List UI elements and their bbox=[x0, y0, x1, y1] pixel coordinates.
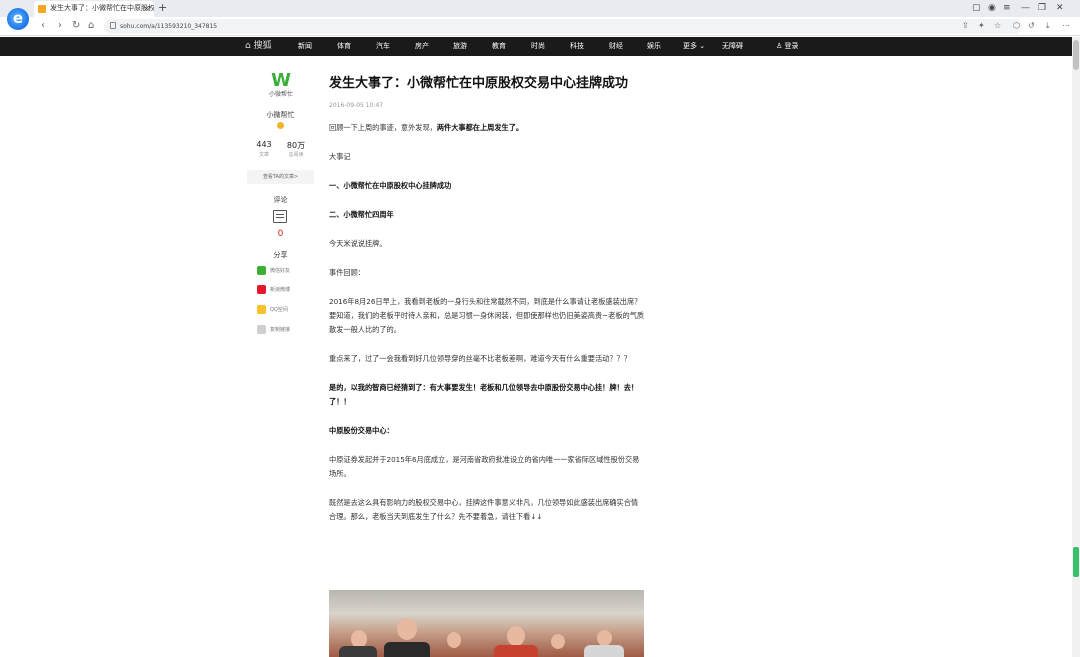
site-nav: ⌂ 搜狐 新闻 体育 汽车 房产 旅游 教育 时尚 科技 财经 娱乐 更多 ⌄ … bbox=[0, 37, 1072, 56]
forward-button[interactable]: › bbox=[58, 19, 62, 33]
sohu-favicon-icon bbox=[38, 5, 46, 13]
nav-news[interactable]: 新闻 bbox=[298, 37, 312, 56]
nav-accessibility[interactable]: 无障碍 bbox=[722, 37, 743, 56]
photo-person-face bbox=[447, 632, 461, 648]
verified-badge-icon bbox=[277, 122, 284, 129]
browser-tab[interactable]: 发生大事了：小微帮忙在中原股权交 × bbox=[34, 1, 154, 17]
weibo-icon bbox=[257, 285, 266, 294]
author-logo-mark: W bbox=[271, 70, 291, 91]
nav-more[interactable]: 更多 ⌄ bbox=[683, 37, 705, 56]
share-weibo[interactable]: 新浪微博 bbox=[257, 285, 317, 295]
wechat-icon bbox=[257, 266, 266, 275]
share-copy-label: 复制链接 bbox=[270, 327, 291, 333]
author-logo-text: 小微帮忙 bbox=[268, 91, 293, 98]
paragraph-6: 事件回顾： bbox=[329, 268, 365, 277]
paragraph-9: 是的，以我的智商已经猜到了：有大事要发生！老板和几位领导去中原股份交易中心挂！牌… bbox=[329, 383, 639, 406]
more-menu-icon[interactable]: ⋯ bbox=[1062, 20, 1070, 32]
nav-travel[interactable]: 旅游 bbox=[453, 37, 467, 56]
photo-person-suit bbox=[339, 646, 377, 657]
paragraph-5: 今天米说说挂牌。 bbox=[329, 239, 387, 248]
share-page-icon[interactable]: ⇪ bbox=[962, 20, 969, 32]
nav-sports[interactable]: 体育 bbox=[337, 37, 351, 56]
url-text: sohu.com/a/113593210_347815 bbox=[120, 23, 218, 30]
address-bar: ‹ › ↻ ⌂ sohu.com/a/113593210_347815 ⇪ ✦ … bbox=[0, 17, 1080, 36]
pin-icon[interactable]: ✦ bbox=[978, 20, 985, 32]
extension-icon[interactable]: ⬡ bbox=[1013, 20, 1020, 32]
paragraph-8: 重点来了，过了一会我看到好几位领导穿的丝毫不比老板差啊，难道今天有什么重要活动？… bbox=[329, 354, 631, 363]
qzone-icon bbox=[257, 305, 266, 314]
new-tab-button[interactable]: + bbox=[158, 1, 167, 15]
tab-title: 发生大事了：小微帮忙在中原股权交 bbox=[50, 4, 154, 12]
author-name[interactable]: 小微帮忙 bbox=[247, 110, 314, 120]
window-menu-icon[interactable]: ▢ bbox=[972, 2, 981, 14]
share-wechat-label: 微信好友 bbox=[270, 268, 291, 274]
nav-entertainment[interactable]: 娱乐 bbox=[647, 37, 661, 56]
scroll-marker bbox=[1073, 547, 1079, 577]
share-label: 分享 bbox=[273, 251, 288, 259]
comment-label: 评论 bbox=[273, 196, 288, 204]
all-articles-button[interactable]: 查看TA的文章> bbox=[247, 170, 314, 184]
scrollbar-thumb[interactable] bbox=[1073, 40, 1079, 70]
photo-person-face bbox=[397, 618, 417, 640]
articles-label: 文章 bbox=[258, 152, 269, 158]
back-button[interactable]: ‹ bbox=[41, 19, 45, 33]
browser-tab-bar: 发生大事了：小微帮忙在中原股权交 × + ▢ ◉ ≡ — ❐ ✕ bbox=[0, 0, 1080, 17]
history-icon[interactable]: ↺ bbox=[1028, 20, 1035, 32]
close-window-icon[interactable]: ✕ bbox=[1056, 2, 1064, 14]
paragraph-12: 既然是去这么具有影响力的股权交易中心，挂牌这件事意义非凡，几位领导如此盛装出席确… bbox=[329, 498, 639, 521]
minimize-icon[interactable]: — bbox=[1021, 2, 1030, 14]
article-date: 2016-09-05 10:47 bbox=[329, 102, 384, 109]
paragraph-11: 中原证券发起并于2015年6月底成立，是河南省政府批准设立的省内唯一一家省际区域… bbox=[329, 455, 640, 478]
article-title: 发生大事了：小微帮忙在中原股权交易中心挂牌成功 bbox=[329, 76, 629, 91]
home-button[interactable]: ⌂ bbox=[88, 19, 94, 33]
comment-icon[interactable] bbox=[273, 210, 287, 223]
reads-label: 总阅读 bbox=[288, 152, 304, 158]
share-qzone-label: QQ空间 bbox=[270, 307, 288, 313]
article-photo bbox=[329, 590, 644, 657]
share-qzone[interactable]: QQ空间 bbox=[257, 305, 317, 315]
photo-person-suit bbox=[384, 642, 430, 657]
article: 发生大事了：小微帮忙在中原股权交易中心挂牌成功 2016-09-05 10:47… bbox=[329, 74, 645, 524]
paragraph-7: 2016年8月26日早上，我看到老板的一身行头和往常截然不同，到底是什么事请让老… bbox=[329, 297, 645, 334]
lock-icon bbox=[110, 22, 116, 29]
settings-icon[interactable]: ≡ bbox=[1003, 2, 1011, 14]
account-icon[interactable]: ◉ bbox=[988, 2, 996, 14]
nav-tech[interactable]: 科技 bbox=[570, 37, 584, 56]
paragraph-10: 中原股份交易中心： bbox=[329, 426, 394, 435]
photo-person-face bbox=[597, 630, 612, 646]
download-icon[interactable]: ⤓ bbox=[1046, 20, 1050, 32]
bookmark-icon[interactable]: ☆ bbox=[994, 20, 1001, 32]
share-weibo-label: 新浪微博 bbox=[270, 287, 291, 293]
paragraph-1-bold: 两件大事都在上周发生了。 bbox=[436, 123, 524, 132]
sohu-logo[interactable]: ⌂ 搜狐 bbox=[245, 37, 272, 56]
paragraph-1: 回顾一下上周的事迹，意外发现，两件大事都在上周发生了。 bbox=[329, 121, 645, 135]
nav-finance[interactable]: 财经 bbox=[609, 37, 623, 56]
photo-person-face bbox=[551, 634, 565, 649]
reads-count: 80万 bbox=[286, 141, 306, 150]
photo-person-shirt bbox=[584, 645, 624, 657]
nav-education[interactable]: 教育 bbox=[492, 37, 506, 56]
page-scrollbar[interactable] bbox=[1072, 37, 1080, 657]
paragraph-4: 二、小微帮忙四周年 bbox=[329, 210, 394, 219]
articles-count: 443 bbox=[256, 140, 272, 149]
close-tab-icon[interactable]: × bbox=[143, 1, 150, 16]
link-icon bbox=[257, 325, 266, 334]
paragraph-2: 大事记 bbox=[329, 152, 351, 161]
browser-logo-icon: e bbox=[7, 8, 29, 30]
author-avatar[interactable]: W 小微帮忙 bbox=[267, 72, 295, 100]
comment-count[interactable]: 0 bbox=[247, 229, 314, 239]
nav-fashion[interactable]: 时尚 bbox=[531, 37, 545, 56]
url-input[interactable]: sohu.com/a/113593210_347815 bbox=[104, 19, 1022, 34]
login-link[interactable]: ♙ 登录 bbox=[776, 37, 799, 56]
photo-person-face bbox=[507, 626, 525, 646]
photo-person-shirt bbox=[494, 645, 538, 657]
nav-house[interactable]: 房产 bbox=[415, 37, 429, 56]
share-copy-link[interactable]: 复制链接 bbox=[257, 325, 317, 335]
paragraph-1-text: 回顾一下上周的事迹，意外发现， bbox=[329, 123, 437, 132]
nav-auto[interactable]: 汽车 bbox=[376, 37, 390, 56]
share-wechat[interactable]: 微信好友 bbox=[257, 266, 317, 276]
maximize-icon[interactable]: ❐ bbox=[1038, 2, 1046, 14]
paragraph-3: 一、小微帮忙在中原股权中心挂牌成功 bbox=[329, 181, 452, 190]
reload-button[interactable]: ↻ bbox=[72, 19, 80, 33]
